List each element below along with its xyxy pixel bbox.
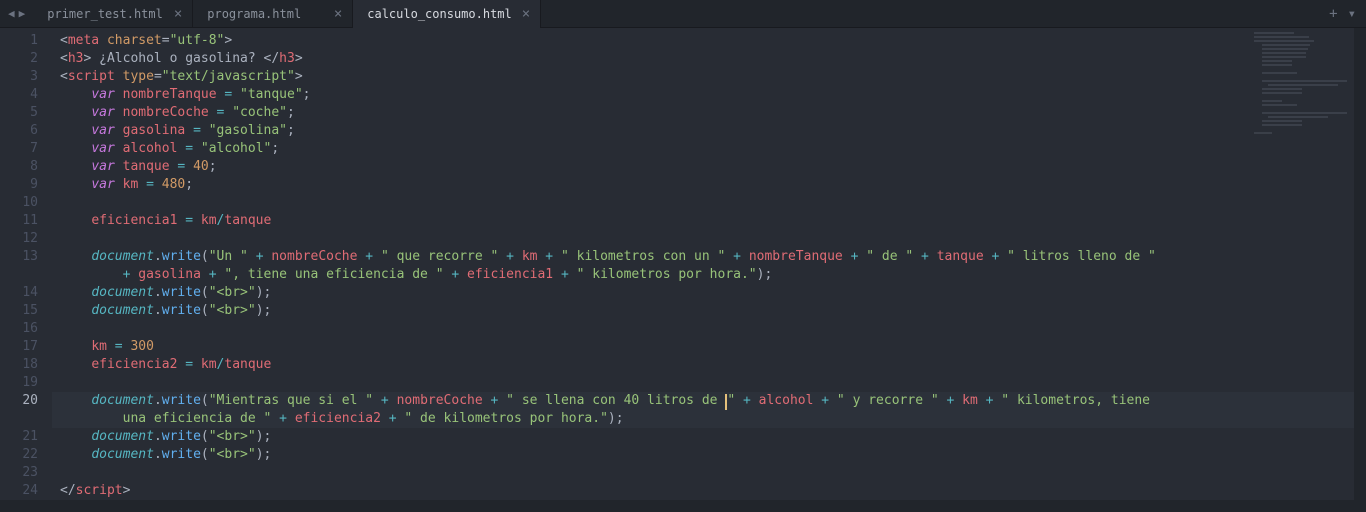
nav-forward-icon[interactable]: ▶ bbox=[19, 7, 26, 20]
tab-primer-test[interactable]: primer_test.html × bbox=[33, 0, 193, 28]
tab-bar: ◀ ▶ primer_test.html × programa.html × c… bbox=[0, 0, 1366, 28]
tab-label: primer_test.html bbox=[47, 7, 163, 21]
tab-bar-actions: + ▾ bbox=[1329, 6, 1366, 22]
scrollbar-vertical[interactable] bbox=[1354, 28, 1366, 512]
close-icon[interactable]: × bbox=[324, 6, 342, 22]
close-icon[interactable]: × bbox=[164, 6, 182, 22]
tab-label: calculo_consumo.html bbox=[367, 7, 512, 21]
scrollbar-horizontal[interactable] bbox=[0, 500, 1354, 512]
tab-programa[interactable]: programa.html × bbox=[193, 0, 353, 28]
nav-back-icon[interactable]: ◀ bbox=[8, 7, 15, 20]
code-area[interactable]: <meta charset="utf-8"><h3> ¿Alcohol o ga… bbox=[52, 28, 1366, 512]
nav-arrows: ◀ ▶ bbox=[0, 7, 33, 20]
close-icon[interactable]: × bbox=[512, 6, 530, 22]
tab-menu-icon[interactable]: ▾ bbox=[1348, 6, 1356, 22]
tab-calculo-consumo[interactable]: calculo_consumo.html × bbox=[353, 0, 541, 28]
new-tab-icon[interactable]: + bbox=[1329, 6, 1337, 22]
gutter: 123456789101112131415161718192021222324 bbox=[0, 28, 52, 512]
tab-label: programa.html bbox=[207, 7, 301, 21]
editor: 123456789101112131415161718192021222324 … bbox=[0, 28, 1366, 512]
